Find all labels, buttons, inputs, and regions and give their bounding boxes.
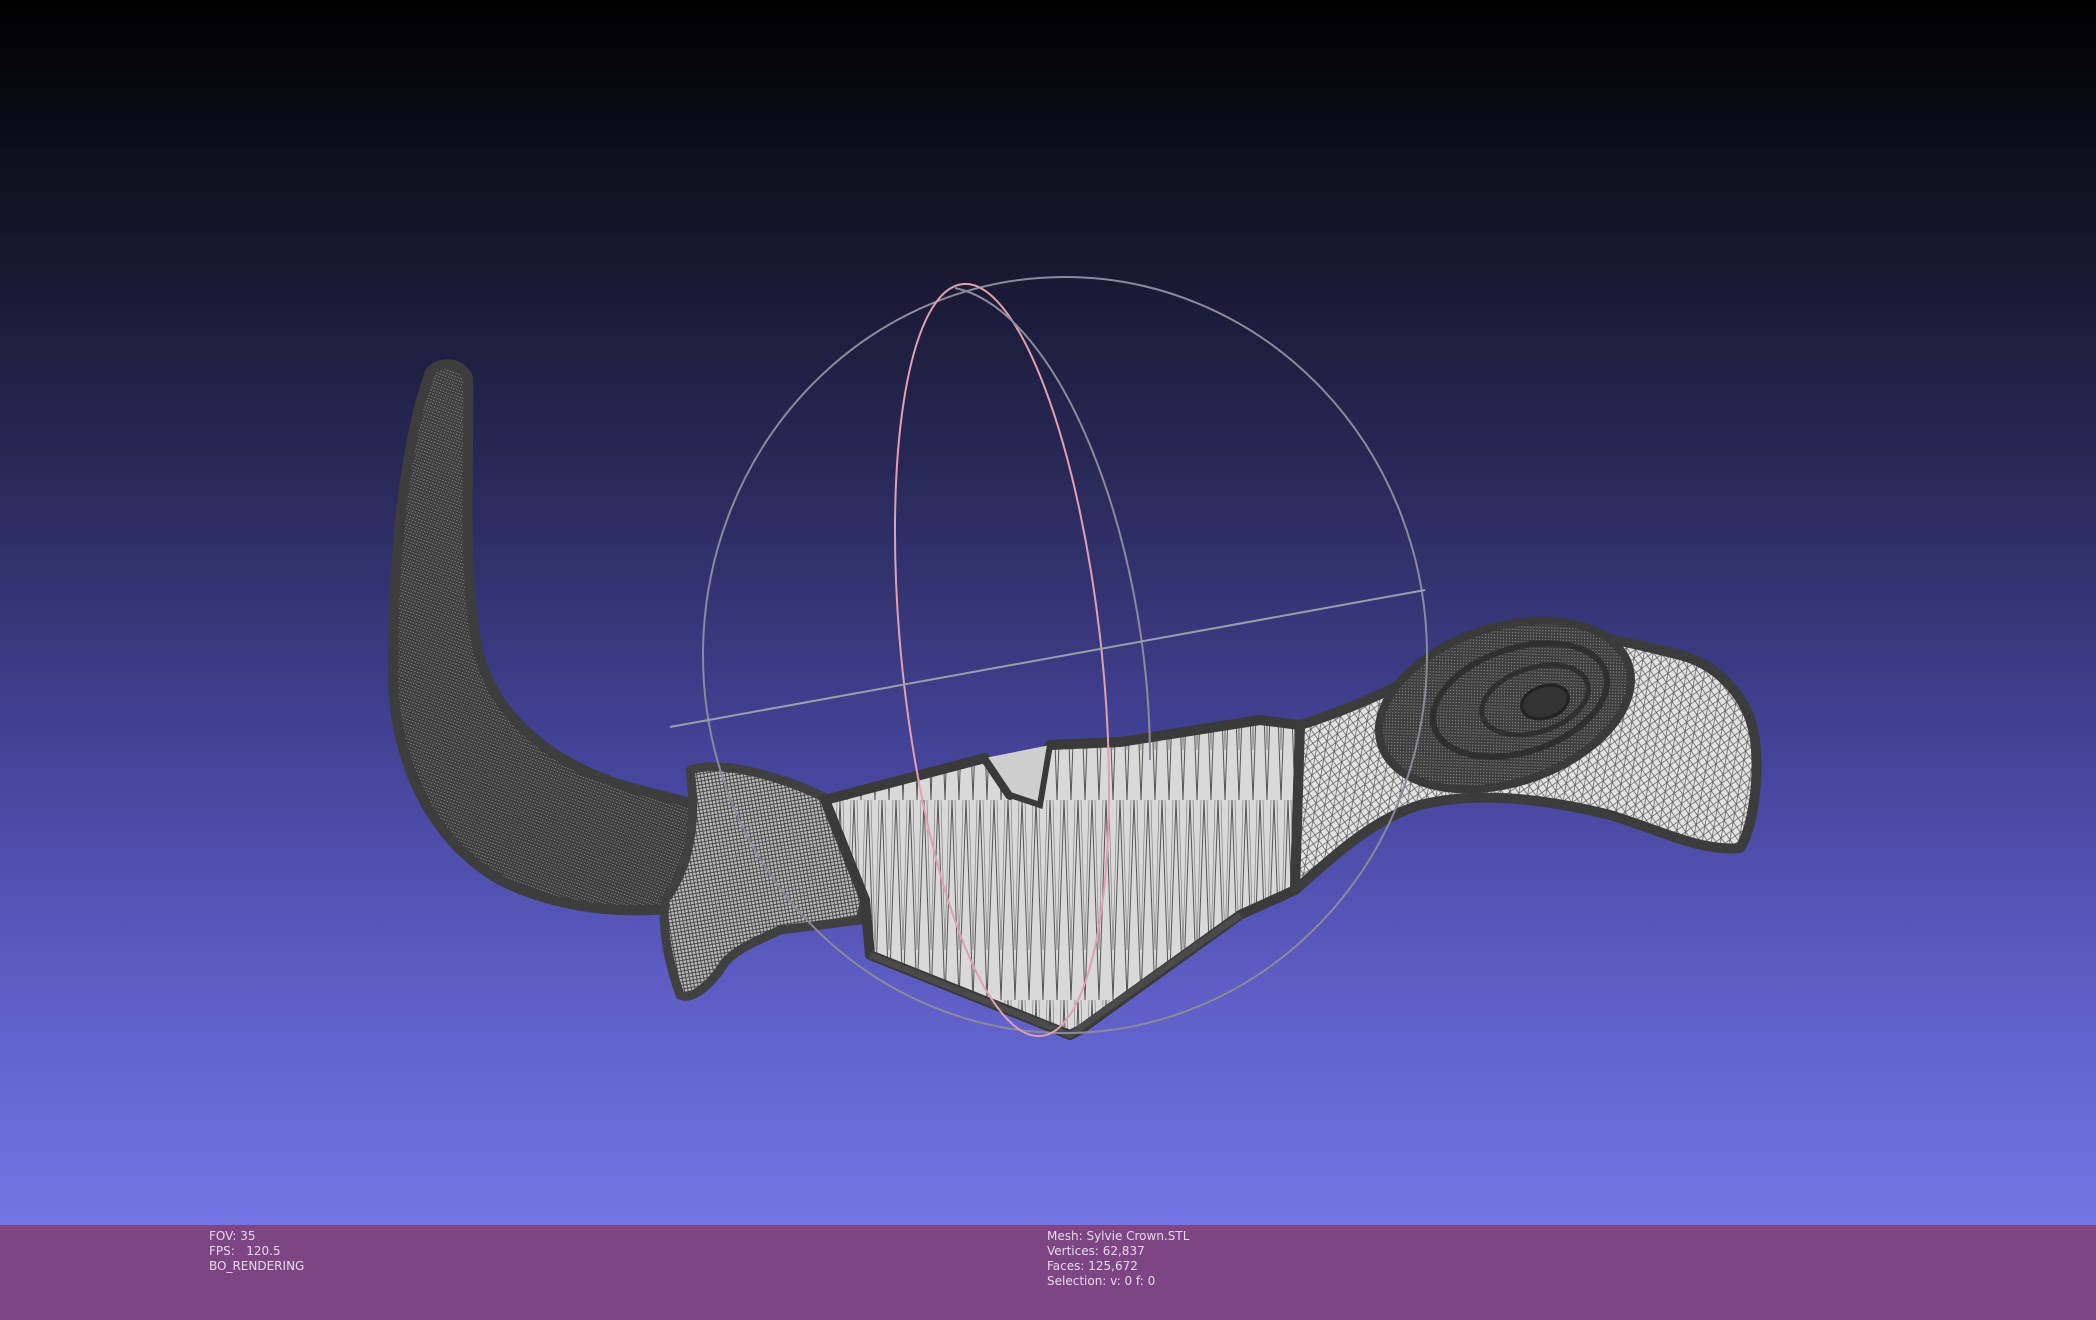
render-mode-label: BO_RENDERING xyxy=(209,1259,305,1273)
render-info: FOV: 35 FPS: 120.5 BO_RENDERING xyxy=(209,1229,304,1274)
info-bar: FOV: 35 FPS: 120.5 BO_RENDERING Mesh: Sy… xyxy=(0,1225,2096,1320)
3d-viewport[interactable] xyxy=(0,0,2096,1225)
mesh-name-label: Mesh: Sylvie Crown.STL xyxy=(1047,1229,1190,1243)
vertices-label: Vertices: 62,837 xyxy=(1047,1244,1145,1258)
fov-label: FOV: 35 xyxy=(209,1229,256,1243)
faces-label: Faces: 125,672 xyxy=(1047,1259,1138,1273)
selection-label: Selection: v: 0 f: 0 xyxy=(1047,1274,1156,1288)
mesh-right-wing xyxy=(1290,616,1762,895)
scene-canvas[interactable] xyxy=(0,0,2096,1225)
mesh-center-band xyxy=(820,715,1305,1040)
mesh-info: Mesh: Sylvie Crown.STL Vertices: 62,837 … xyxy=(1047,1229,1189,1289)
fps-label: FPS: 120.5 xyxy=(209,1244,281,1258)
